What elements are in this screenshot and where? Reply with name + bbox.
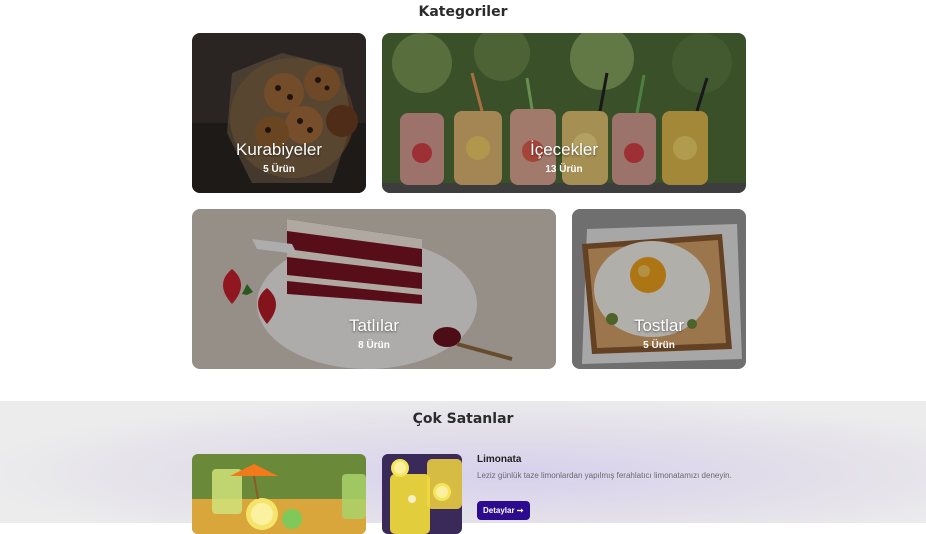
category-card-drinks[interactable]: İçecekler 13 Ürün [382,33,746,193]
product-image-lemonade[interactable] [382,454,462,534]
product-description: Leziz günlük taze limonlardan yapılmış f… [477,471,732,480]
category-card-cookies[interactable]: Kurabiyeler 5 Ürün [192,33,366,193]
categories-title: Kategoriler [418,4,508,20]
category-card-toasts[interactable]: Tostlar 5 Ürün [572,209,746,369]
product-image-cocktail[interactable] [192,454,366,534]
category-count: 8 Ürün [358,340,390,351]
bestsellers-section: Çok Satanlar Limonata Leziz günlük taze … [0,401,926,534]
details-button[interactable]: Detaylar ➞ [477,501,530,520]
category-count: 5 Ürün [643,340,675,351]
category-name: Tostlar [633,316,685,335]
category-count: 13 Ürün [545,164,583,175]
bestsellers-title: Çok Satanlar [412,411,514,427]
category-card-desserts[interactable]: Tatlılar 8 Ürün [192,209,556,369]
cocktail-image [192,454,366,534]
lemonade-image [382,454,462,534]
category-name: Tatlılar [348,316,400,335]
product-name: Limonata [477,454,522,465]
category-name: Kurabiyeler [236,140,322,159]
category-name: İçecekler [529,140,599,159]
category-count: 5 Ürün [263,164,295,175]
